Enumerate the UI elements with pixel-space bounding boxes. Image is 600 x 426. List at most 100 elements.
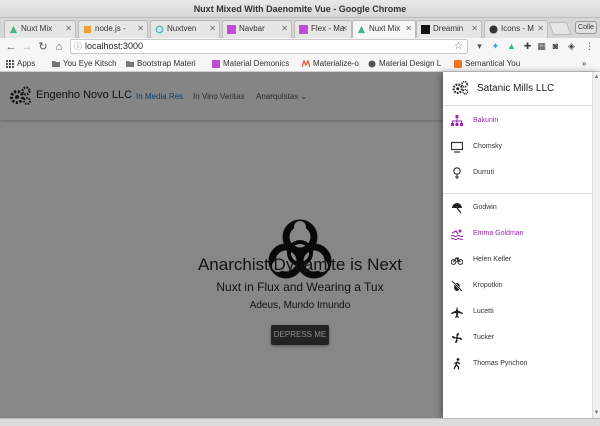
materialize-icon [227, 25, 236, 34]
tab-nodejs[interactable]: node.js - ✕ [78, 20, 148, 38]
nuxt-icon [9, 25, 18, 34]
bicycle-icon [451, 257, 463, 265]
grid-extension-icon[interactable]: ▦ [536, 41, 547, 52]
close-icon[interactable]: ✕ [471, 21, 478, 37]
drawer-item-helen-keller[interactable]: Helen Keller [443, 249, 600, 273]
bookmark-label: You Eye Kitsch [63, 59, 117, 68]
close-icon[interactable]: ✕ [341, 21, 348, 37]
address-bar[interactable]: ⓘ localhost:3000 ☆ [70, 39, 468, 54]
bookmark-you-eye-kitsch[interactable]: You Eye Kitsch [52, 58, 117, 70]
tab-navbar[interactable]: Navbar ✕ [222, 20, 292, 38]
no-bug-icon [451, 280, 463, 292]
bookmark-semantical-you[interactable]: Semantical You [454, 58, 520, 70]
drawer-item-lucetti[interactable]: Lucetti [443, 301, 600, 325]
tab-label: Navbar [239, 24, 265, 33]
tab-label: Nuxtven [167, 24, 197, 33]
home-button[interactable]: ⌂ [52, 39, 66, 55]
bookmark-label: Materialize-o [313, 59, 359, 68]
new-tab-button[interactable] [548, 22, 572, 35]
github-icon [489, 25, 498, 34]
drawer-item-bakunin[interactable]: Bakunin [443, 110, 600, 134]
bookmark-materialize-o[interactable]: Materialize-o [302, 58, 359, 70]
bookmark-material-demonics[interactable]: Material Demonics [212, 58, 289, 70]
drawer-header: Satanic Mills LLC [443, 72, 600, 106]
drawer-item-chomsky[interactable]: Chomsky [443, 136, 600, 160]
camera-extension-icon[interactable]: ◙ [550, 41, 561, 52]
vue-devtools-icon[interactable]: ▲ [506, 41, 517, 52]
drawer-item-label: Chomsky [473, 143, 503, 150]
tab-label: Nuxt Mix [21, 24, 53, 33]
hierarchy-icon [451, 115, 463, 126]
tab-strip: Nuxt Mix ✕ node.js - ✕ Nuxtven ✕ Navbar … [0, 18, 600, 38]
bookmarks-overflow-button[interactable]: » [582, 58, 586, 70]
drawer-item-kropotkin[interactable]: Kropotkin [443, 275, 600, 299]
tab-label: node.js - [95, 24, 126, 33]
materialize-icon [299, 25, 308, 34]
drawer-item-label: Emma Goldman [473, 230, 524, 237]
circle-logo-icon [368, 60, 376, 68]
gears-icon [452, 80, 469, 95]
bookmark-apps[interactable]: Apps [6, 58, 35, 70]
info-icon[interactable]: ⓘ [74, 40, 82, 53]
bookmark-label: Material Demonics [223, 59, 290, 68]
apps-grid-icon [6, 60, 14, 68]
drawer-item-godwin[interactable]: Godwin [443, 197, 600, 221]
back-button[interactable]: ← [4, 39, 18, 55]
close-icon[interactable]: ✕ [281, 21, 288, 37]
drawer-item-label: Godwin [473, 204, 497, 211]
tab-nuxt-mixed-1[interactable]: Nuxt Mix ✕ [4, 20, 76, 38]
close-icon[interactable]: ✕ [65, 21, 72, 37]
navigation-drawer: Satanic Mills LLC Bakunin Chomsky Durrut… [443, 72, 600, 418]
extension-funnel-icon[interactable]: ▾ [474, 41, 485, 52]
tab-icons[interactable]: Icons - M ✕ [484, 20, 548, 38]
scroll-down-arrow-icon[interactable]: ▼ [593, 410, 600, 416]
tab-label: Dreamin [433, 24, 464, 33]
drawer-item-label: Thomas Pynchon [473, 360, 528, 367]
drawer-item-label: Bakunin [473, 117, 499, 124]
materialize-icon [212, 60, 220, 68]
forward-button[interactable]: → [20, 39, 34, 55]
walker-icon [453, 358, 461, 370]
tab-flex[interactable]: Flex - Ma ✕ [294, 20, 352, 38]
semantic-icon [454, 60, 462, 68]
close-icon[interactable]: ✕ [137, 21, 144, 37]
m-logo-icon [302, 60, 310, 68]
drawer-item-durruti[interactable]: Durruti [443, 162, 600, 186]
scrollbar[interactable]: ▲ ▼ [592, 72, 600, 418]
drawer-item-label: Durruti [473, 169, 495, 176]
bookmark-material-design-l[interactable]: Material Design L [368, 58, 441, 70]
medium-icon [421, 25, 430, 34]
shield-extension-icon[interactable]: ◈ [566, 41, 577, 52]
close-icon[interactable]: ✕ [405, 21, 412, 37]
menu-icon[interactable]: ⋮ [584, 41, 595, 52]
window-bottom-edge [0, 418, 600, 426]
bookmark-star-icon[interactable]: ☆ [454, 40, 463, 53]
tab-label: Flex - Ma [311, 24, 345, 33]
window-title: Nuxt Mixed With Daenomite Vue - Google C… [0, 0, 600, 18]
reload-button[interactable]: ↻ [36, 39, 50, 55]
close-icon[interactable]: ✕ [537, 21, 544, 37]
url-text: localhost:3000 [85, 41, 144, 51]
drawer-item-tucker[interactable]: Tucker [443, 327, 600, 351]
puzzle-extension-icon[interactable]: ✚ [522, 41, 533, 52]
drawer-overlay[interactable] [0, 72, 443, 418]
tab-nuxtven[interactable]: Nuxtven ✕ [150, 20, 220, 38]
bookmark-bootstrap-materi[interactable]: Bootstrap Materi [126, 58, 196, 70]
drawer-item-thomas-pynchon[interactable]: Thomas Pynchon [443, 353, 600, 377]
profile-button[interactable]: Colle [575, 21, 597, 34]
female-symbol-icon [453, 167, 461, 179]
close-icon[interactable]: ✕ [209, 21, 216, 37]
browser-toolbar: ← → ↻ ⌂ ⓘ localhost:3000 ☆ ▾ ✦ ▲ ✚ ▦ ◙ ◈… [0, 38, 600, 56]
twitter-icon[interactable]: ✦ [490, 41, 501, 52]
airplane-icon [451, 306, 463, 318]
bookmarks-bar: Apps You Eye Kitsch Bootstrap Materi Mat… [0, 56, 600, 72]
swimmer-icon [451, 229, 463, 240]
code-icon [83, 25, 92, 34]
tab-nuxt-mixed-active[interactable]: Nuxt Mix ✕ [352, 20, 416, 38]
drawer-title: Satanic Mills LLC [477, 83, 555, 94]
tab-dreaming[interactable]: Dreamin ✕ [416, 20, 482, 38]
drawer-item-label: Lucetti [473, 308, 494, 315]
scroll-up-arrow-icon[interactable]: ▲ [593, 74, 600, 80]
folder-icon [126, 61, 134, 67]
drawer-item-emma-goldman[interactable]: Emma Goldman [443, 223, 600, 247]
